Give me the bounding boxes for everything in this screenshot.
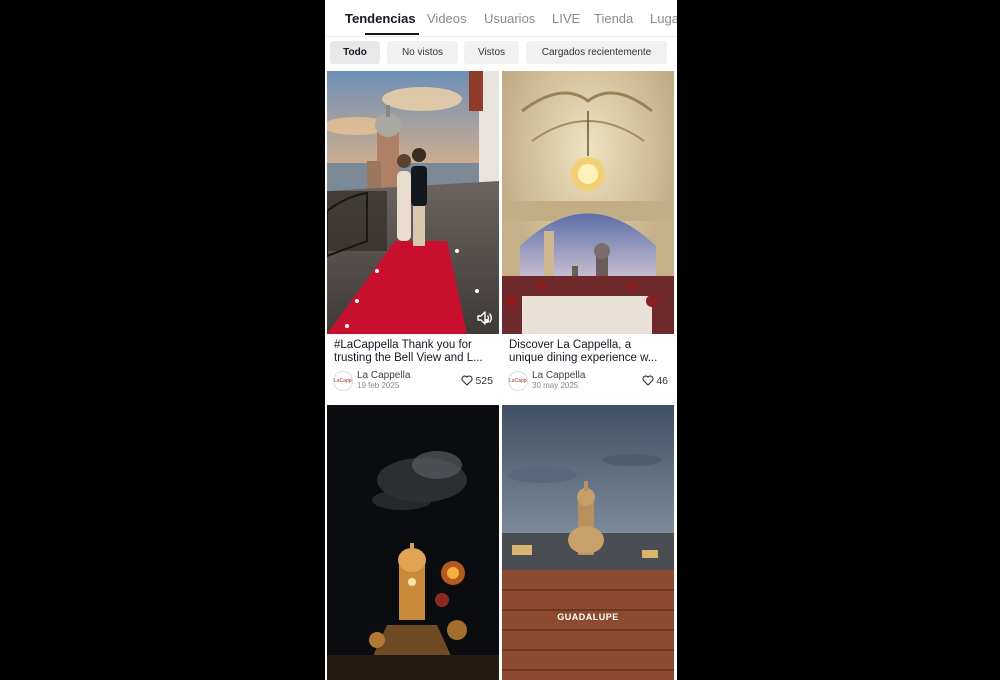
tab-usuarios[interactable]: Usuarios (484, 11, 535, 26)
dining-room-image (502, 71, 674, 334)
author-name[interactable]: La Cappella (532, 370, 585, 381)
video-card[interactable] (327, 405, 499, 680)
volume-icon[interactable] (477, 311, 493, 330)
avatar[interactable]: LaCappella (508, 371, 528, 391)
tab-live[interactable]: LIVE (552, 11, 580, 26)
video-thumbnail[interactable] (327, 71, 499, 334)
video-thumbnail[interactable]: GUADALUPE (502, 405, 674, 680)
filter-chip-no-vistos[interactable]: No vistos (387, 41, 458, 64)
video-meta: LaCappella La Cappella 19 feb 2025 525 (333, 370, 493, 392)
tab-videos[interactable]: Videos (427, 11, 467, 26)
video-card[interactable]: GUADALUPE (502, 405, 674, 680)
search-results-panel: Tendencias Videos Usuarios LIVE Tienda L… (325, 0, 677, 680)
balcony-proposal-image (327, 71, 499, 334)
like-count-value: 46 (656, 375, 668, 387)
video-card[interactable]: #LaCappella Thank you for trusting the B… (327, 71, 499, 396)
video-thumbnail[interactable] (327, 405, 499, 680)
like-count: 46 (642, 375, 668, 387)
video-meta: LaCappella La Cappella 30 may 2025 46 (508, 370, 668, 392)
filter-chip-vistos[interactable]: Vistos (464, 41, 519, 64)
fireworks-church-image (327, 405, 499, 680)
caption-line: unique dining experience w... (509, 352, 658, 364)
video-overlay-text: GUADALUPE (557, 612, 619, 622)
video-thumbnail[interactable] (502, 71, 674, 334)
tab-tendencias[interactable]: Tendencias (345, 11, 416, 26)
caption-line: trusting the Bell View and L... (334, 352, 483, 364)
active-tab-indicator (365, 33, 419, 35)
post-date: 30 may 2025 (532, 381, 579, 390)
filter-chip-recientes[interactable]: Cargados recientemente (526, 41, 667, 64)
post-date: 19 feb 2025 (357, 381, 400, 390)
filter-chips: Todo No vistos Vistos Cargados recientem… (325, 41, 677, 65)
like-count: 525 (461, 375, 493, 387)
search-tabs: Tendencias Videos Usuarios LIVE Tienda L… (325, 0, 677, 37)
avatar[interactable]: LaCappella (333, 371, 353, 391)
video-caption[interactable]: Discover La Cappella, a unique dining ex… (509, 339, 671, 365)
heart-icon (642, 375, 654, 386)
video-caption[interactable]: #LaCappella Thank you for trusting the B… (334, 339, 496, 365)
video-card[interactable]: Discover La Cappella, a unique dining ex… (502, 71, 674, 396)
caption-line: Discover La Cappella, a (509, 339, 632, 351)
heart-icon (461, 375, 474, 386)
tab-tienda[interactable]: Tienda (594, 11, 633, 26)
guadalupe-church-image (502, 405, 674, 680)
like-count-value: 525 (475, 375, 493, 387)
filter-chip-todo[interactable]: Todo (330, 41, 380, 64)
author-name[interactable]: La Cappella (357, 370, 410, 381)
caption-line: #LaCappella Thank you for (334, 339, 472, 351)
tab-lugares[interactable]: Lugares (650, 11, 677, 26)
